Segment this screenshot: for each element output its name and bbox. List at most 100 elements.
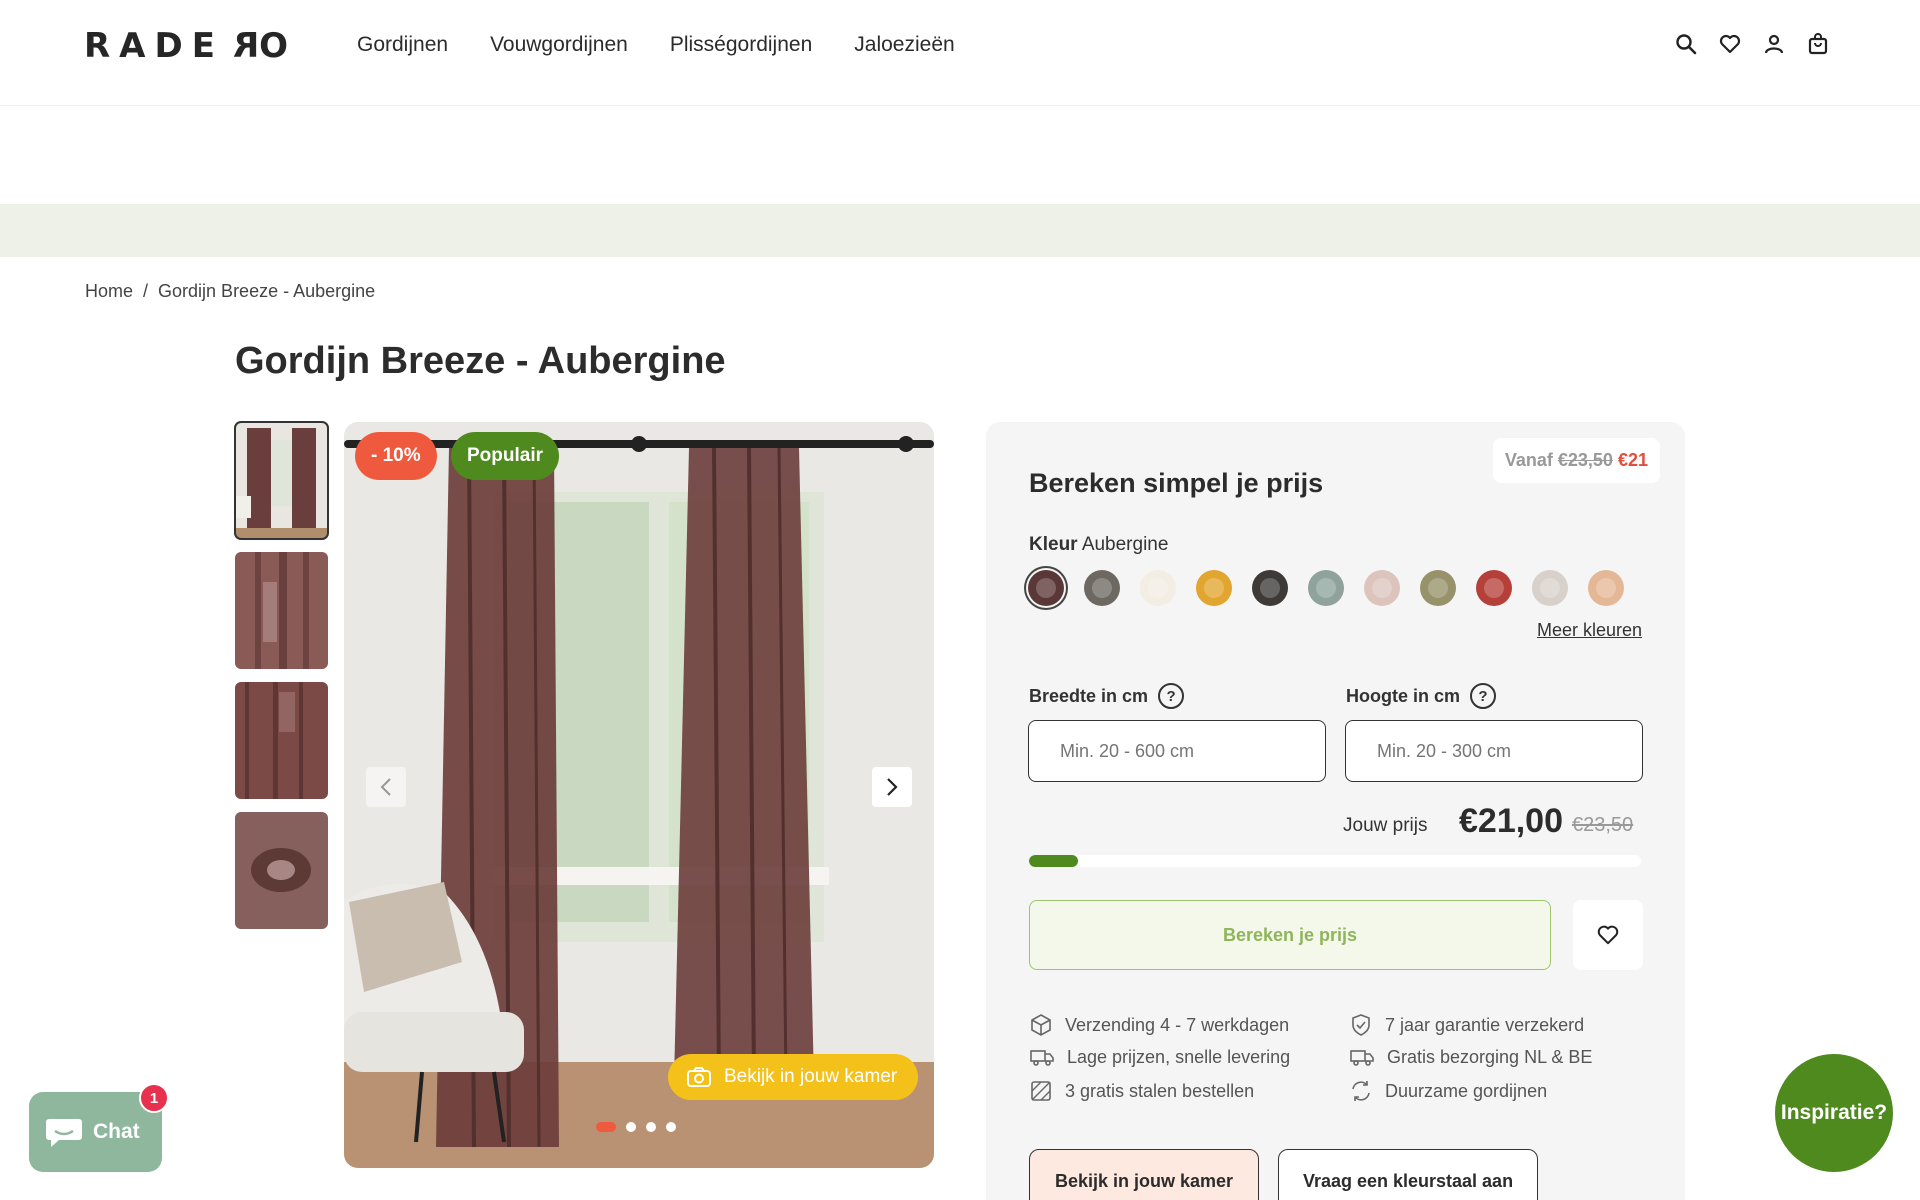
search-icon[interactable] <box>1674 32 1698 56</box>
discount-badge: - 10% <box>355 432 437 480</box>
page-title: Gordijn Breeze - Aubergine <box>235 340 726 382</box>
usp-guarantee: 7 jaar garantie verzekerd <box>1349 1013 1584 1037</box>
recycle-icon <box>1352 1081 1370 1101</box>
nav-vouwgordijnen[interactable]: Vouwgordijnen <box>490 33 628 57</box>
usp-prices: Lage prijzen, snelle levering <box>1029 1046 1290 1068</box>
breadcrumb: Home / Gordijn Breeze - Aubergine <box>85 281 375 302</box>
slide-dot[interactable] <box>666 1122 676 1132</box>
height-label-text: Hoogte in cm <box>1346 685 1461 706</box>
chevron-right-icon <box>887 778 898 796</box>
site-header: RADERO Gordijnen Vouwgordijnen Plisségor… <box>0 0 1920 106</box>
announcement-strip <box>0 204 1920 257</box>
color-swatch[interactable] <box>1476 570 1512 606</box>
from-price: Vanaf €23,50 €21 <box>1492 438 1660 483</box>
width-input[interactable] <box>1028 720 1326 782</box>
truck-icon <box>1030 1050 1054 1066</box>
product-main-image: - 10% Populair Bekijk in jouw kamer <box>344 422 934 1168</box>
color-swatches <box>1028 570 1624 606</box>
view-in-room-secondary-button[interactable]: Bekijk in jouw kamer <box>1029 1149 1259 1200</box>
price-calculator-card: Vanaf €23,50 €21 Bereken simpel je prijs… <box>986 422 1685 1200</box>
usp-samples: 3 gratis stalen bestellen <box>1029 1079 1254 1103</box>
color-swatch[interactable] <box>1420 570 1456 606</box>
chat-unread-badge: 1 <box>139 1083 169 1113</box>
usp-text: 3 gratis stalen bestellen <box>1065 1080 1255 1101</box>
breadcrumb-separator: / <box>143 281 149 301</box>
usp-delivery: Gratis bezorging NL & BE <box>1349 1046 1592 1068</box>
next-image-button[interactable] <box>872 767 912 807</box>
from-price-new: €21 <box>1617 450 1648 470</box>
more-colors-link[interactable]: Meer kleuren <box>1537 620 1642 641</box>
your-price-label: Jouw prijs <box>1343 815 1428 836</box>
header-icons <box>1674 32 1830 56</box>
view-in-room-button[interactable]: Bekijk in jouw kamer <box>668 1054 918 1100</box>
progress-fill <box>1029 855 1078 867</box>
usp-text: Lage prijzen, snelle levering <box>1067 1046 1291 1067</box>
calculate-price-button[interactable]: Bereken je prijs <box>1029 900 1551 970</box>
from-label: Vanaf <box>1504 450 1553 470</box>
swatch-icon <box>1031 1081 1051 1101</box>
request-sample-button[interactable]: Vraag een kleurstaal aan <box>1278 1149 1538 1200</box>
wishlist-button[interactable] <box>1573 900 1643 970</box>
color-swatch[interactable] <box>1196 570 1232 606</box>
heart-icon <box>1597 925 1619 945</box>
slide-dot[interactable] <box>646 1122 656 1132</box>
height-label: Hoogte in cm ? <box>1346 683 1497 709</box>
nav-jaloezieen[interactable]: Jaloezieën <box>854 33 954 57</box>
color-swatch[interactable] <box>1308 570 1344 606</box>
color-swatch[interactable] <box>1532 570 1568 606</box>
cart-icon[interactable] <box>1806 32 1830 56</box>
user-icon[interactable] <box>1762 32 1786 56</box>
usp-shipping: Verzending 4 - 7 werkdagen <box>1029 1013 1289 1037</box>
popular-badge: Populair <box>451 432 560 480</box>
color-swatch[interactable] <box>1084 570 1120 606</box>
camera-icon <box>687 1067 711 1087</box>
logo[interactable]: RADERO <box>84 26 297 66</box>
color-label: Kleur Aubergine <box>1029 534 1168 556</box>
slide-indicator <box>596 1122 676 1132</box>
width-label-text: Breedte in cm <box>1029 685 1149 706</box>
from-price-old: €23,50 <box>1557 450 1613 470</box>
color-swatch[interactable] <box>1252 570 1288 606</box>
nav-plissegordijnen[interactable]: Plisségordijnen <box>670 33 812 57</box>
main-nav: Gordijnen Vouwgordijnen Plisségordijnen … <box>357 33 955 57</box>
thumbnail-4[interactable] <box>235 812 328 929</box>
progress-bar <box>1029 855 1641 867</box>
your-price-old: €23,50 <box>1572 814 1634 836</box>
box-icon <box>1031 1014 1051 1036</box>
width-label: Breedte in cm ? <box>1029 683 1185 709</box>
color-label-value: Aubergine <box>1081 534 1169 555</box>
color-label-key: Kleur <box>1029 534 1078 555</box>
chevron-left-icon <box>380 778 391 796</box>
truck-icon <box>1350 1050 1374 1066</box>
slide-dot[interactable] <box>626 1122 636 1132</box>
help-icon[interactable]: ? <box>1158 683 1185 709</box>
shield-check-icon <box>1352 1014 1370 1036</box>
slide-dot[interactable] <box>596 1122 616 1132</box>
thumbnail-2[interactable] <box>235 552 328 669</box>
breadcrumb-current: Gordijn Breeze - Aubergine <box>158 281 376 301</box>
usp-text: Gratis bezorging NL & BE <box>1387 1046 1593 1067</box>
thumbnail-1[interactable] <box>234 421 329 540</box>
thumbnail-3[interactable] <box>235 682 328 799</box>
heart-icon[interactable] <box>1718 32 1742 56</box>
color-swatch[interactable] <box>1588 570 1624 606</box>
usp-text: Duurzame gordijnen <box>1385 1080 1548 1101</box>
help-icon[interactable]: ? <box>1470 683 1497 709</box>
color-swatch[interactable] <box>1028 570 1064 606</box>
usp-text: 7 jaar garantie verzekerd <box>1385 1014 1585 1035</box>
nav-gordijnen[interactable]: Gordijnen <box>357 33 448 57</box>
usp-text: Verzending 4 - 7 werkdagen <box>1065 1014 1290 1035</box>
height-input[interactable] <box>1345 720 1643 782</box>
chat-bubble-icon <box>46 1119 82 1147</box>
color-swatch[interactable] <box>1364 570 1400 606</box>
view-in-room-label: Bekijk in jouw kamer <box>724 1066 898 1087</box>
your-price: €21,00 <box>1459 802 1563 840</box>
usp-sustainable: Duurzame gordijnen <box>1349 1079 1547 1103</box>
breadcrumb-home[interactable]: Home <box>85 281 133 302</box>
card-title: Bereken simpel je prijs <box>1029 468 1324 498</box>
chat-label: Chat <box>93 1120 140 1143</box>
prev-image-button[interactable] <box>366 767 406 807</box>
color-swatch[interactable] <box>1140 570 1176 606</box>
thumbnail-list <box>234 421 329 942</box>
inspiration-button[interactable]: Inspiratie? <box>1775 1054 1893 1172</box>
